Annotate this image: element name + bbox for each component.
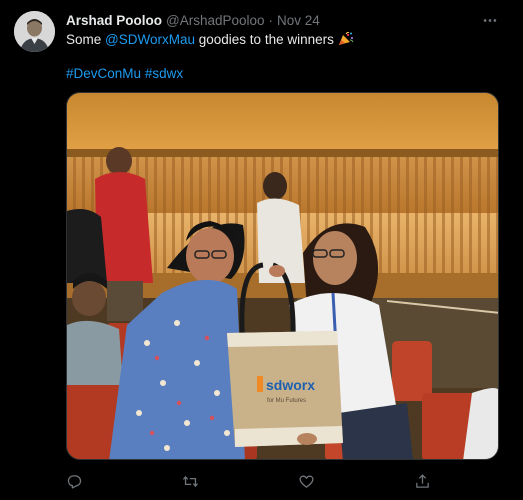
like-icon xyxy=(298,475,314,488)
share-icon xyxy=(415,473,429,488)
retweet-button[interactable] xyxy=(179,470,201,492)
more-dots-icon xyxy=(483,18,497,22)
user-handle[interactable]: @ArshadPooloo xyxy=(166,13,265,28)
action-bar xyxy=(66,470,446,492)
photo-image: sdworx for Mu Futures xyxy=(67,93,498,459)
timestamp[interactable]: Nov 24 xyxy=(277,13,320,28)
hashtags: #DevConMu #sdwx xyxy=(66,65,183,82)
avatar[interactable] xyxy=(14,11,55,52)
tweet-text: Some @SDWorxMau goodies to the winners xyxy=(66,31,354,48)
tweet-header: Arshad Pooloo @ArshadPooloo · Nov 24 xyxy=(66,12,320,28)
hashtag-link[interactable]: #sdwx xyxy=(145,66,183,81)
separator-dot: · xyxy=(268,12,274,28)
retweet-icon xyxy=(182,475,198,487)
mention-link[interactable]: @SDWorxMau xyxy=(105,32,195,47)
avatar-image xyxy=(14,11,55,52)
more-options-button[interactable] xyxy=(479,10,501,30)
bag-logo-text: sdworx xyxy=(266,377,315,393)
reply-button[interactable] xyxy=(63,470,85,492)
tweet-text-after: goodies to the winners xyxy=(195,32,334,47)
like-button[interactable] xyxy=(295,470,317,492)
share-button[interactable] xyxy=(411,470,433,492)
reply-icon xyxy=(67,474,81,489)
tweet[interactable]: Arshad Pooloo @ArshadPooloo · Nov 24 Som… xyxy=(0,0,523,500)
bag-tagline: for Mu Futures xyxy=(267,398,306,404)
display-name[interactable]: Arshad Pooloo xyxy=(66,13,162,28)
tweet-text-before: Some xyxy=(66,32,106,47)
tweet-photo[interactable]: sdworx for Mu Futures xyxy=(66,92,499,460)
party-popper-icon xyxy=(338,31,354,46)
hashtag-link[interactable]: #DevConMu xyxy=(66,66,141,81)
